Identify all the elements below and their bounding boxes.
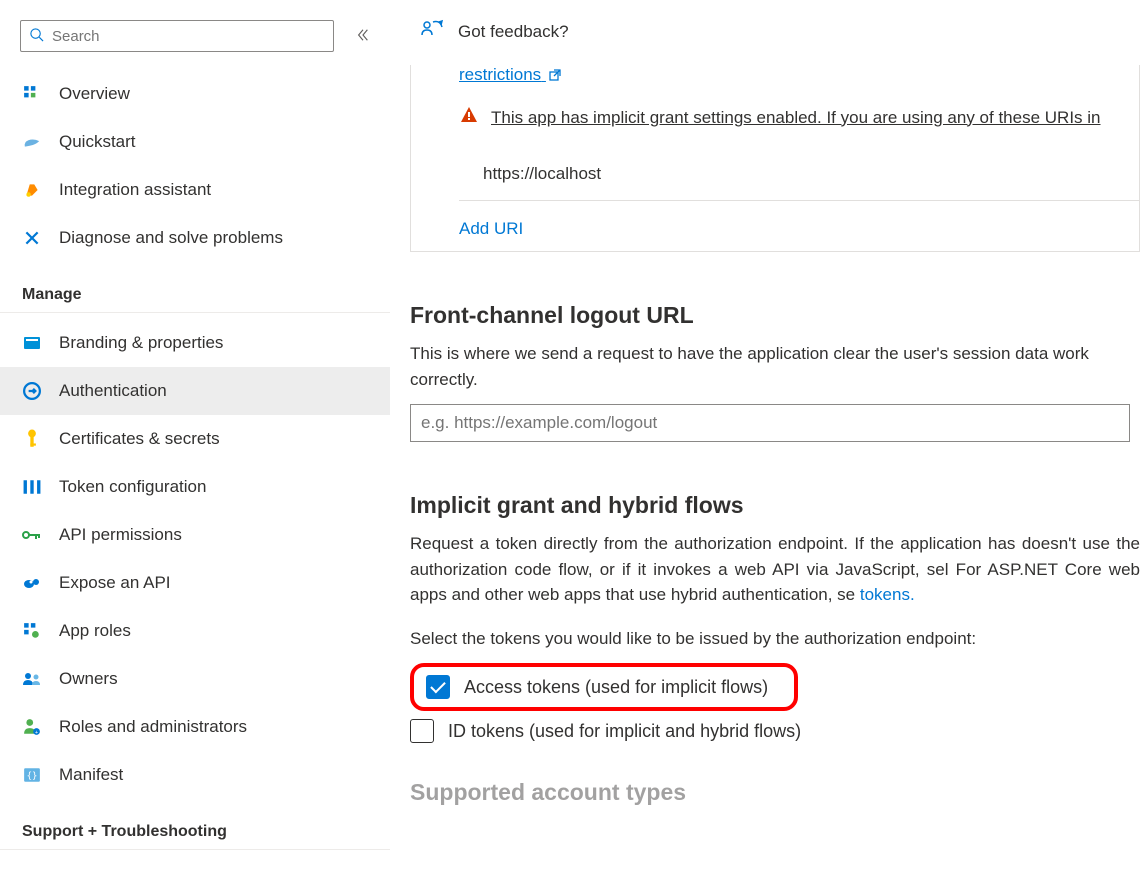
feedback-label: Got feedback? bbox=[458, 22, 569, 42]
sidebar-item-label: Overview bbox=[59, 84, 130, 104]
supported-account-types-title: Supported account types bbox=[410, 779, 1140, 806]
sidebar-item-label: API permissions bbox=[59, 525, 182, 545]
branding-icon bbox=[22, 333, 42, 353]
sidebar-item-label: Manifest bbox=[59, 765, 123, 785]
overview-icon bbox=[22, 84, 42, 104]
feedback-link[interactable]: Got feedback? bbox=[390, 18, 1140, 65]
sidebar-item-label: Integration assistant bbox=[59, 180, 211, 200]
implicit-desc: Request a token directly from the author… bbox=[410, 534, 1140, 604]
manage-header: Manage bbox=[0, 270, 390, 313]
implicit-title: Implicit grant and hybrid flows bbox=[410, 492, 1140, 519]
sidebar-item-label: Token configuration bbox=[59, 477, 206, 497]
support-header: Support + Troubleshooting bbox=[0, 807, 390, 850]
collapse-sidebar-icon[interactable] bbox=[356, 28, 370, 45]
access-tokens-checkbox[interactable] bbox=[426, 675, 450, 699]
sidebar-item-api-permissions[interactable]: API permissions bbox=[0, 511, 390, 559]
svg-text:+: + bbox=[35, 730, 38, 736]
certificates-icon bbox=[22, 429, 42, 449]
sidebar-item-certificates[interactable]: Certificates & secrets bbox=[0, 415, 390, 463]
sidebar-item-label: Certificates & secrets bbox=[59, 429, 220, 449]
sidebar-item-label: Authentication bbox=[59, 381, 167, 401]
sidebar-item-integration[interactable]: Integration assistant bbox=[0, 166, 390, 214]
id-tokens-label: ID tokens (used for implicit and hybrid … bbox=[448, 721, 801, 742]
access-tokens-label: Access tokens (used for implicit flows) bbox=[464, 677, 768, 698]
feedback-icon bbox=[420, 18, 444, 45]
logout-url-input[interactable] bbox=[410, 404, 1130, 442]
sidebar-item-label: Diagnose and solve problems bbox=[59, 228, 283, 248]
highlight-annotation: Access tokens (used for implicit flows) bbox=[410, 663, 798, 711]
sidebar-item-overview[interactable]: Overview bbox=[0, 70, 390, 118]
quickstart-icon bbox=[22, 132, 42, 152]
sidebar-item-label: App roles bbox=[59, 621, 131, 641]
sidebar-item-owners[interactable]: Owners bbox=[0, 655, 390, 703]
sidebar-item-token-config[interactable]: Token configuration bbox=[0, 463, 390, 511]
warning-icon bbox=[459, 105, 479, 130]
sidebar-item-app-roles[interactable]: App roles bbox=[0, 607, 390, 655]
sidebar-item-manifest[interactable]: {} Manifest bbox=[0, 751, 390, 799]
restrictions-link[interactable]: restrictions bbox=[459, 65, 562, 84]
owners-icon bbox=[22, 669, 42, 689]
search-icon bbox=[29, 27, 44, 45]
sidebar-item-authentication[interactable]: Authentication bbox=[0, 367, 390, 415]
redirect-uri-card: restrictions This app has implicit grant… bbox=[410, 65, 1140, 252]
sidebar-item-label: Quickstart bbox=[59, 132, 136, 152]
svg-text:{}: {} bbox=[27, 771, 38, 781]
diagnose-icon bbox=[22, 228, 42, 248]
sidebar-item-diagnose[interactable]: Diagnose and solve problems bbox=[0, 214, 390, 262]
search-input-wrapper[interactable] bbox=[20, 20, 334, 52]
select-tokens-text: Select the tokens you would like to be i… bbox=[410, 626, 1140, 652]
redirect-uri-value[interactable]: https://localhost bbox=[459, 134, 1139, 201]
expose-api-icon bbox=[22, 573, 42, 593]
authentication-icon bbox=[22, 381, 42, 401]
search-input[interactable] bbox=[50, 27, 325, 46]
implicit-grant-section: Implicit grant and hybrid flows Request … bbox=[410, 492, 1140, 743]
sidebar-item-roles-admins[interactable]: + Roles and administrators bbox=[0, 703, 390, 751]
tokens-link[interactable]: tokens. bbox=[860, 585, 915, 604]
front-channel-title: Front-channel logout URL bbox=[410, 302, 1140, 329]
add-uri-link[interactable]: Add URI bbox=[459, 219, 1139, 239]
integration-icon bbox=[22, 180, 42, 200]
manifest-icon: {} bbox=[22, 765, 42, 785]
sidebar-item-label: Branding & properties bbox=[59, 333, 223, 353]
sidebar-item-label: Expose an API bbox=[59, 573, 171, 593]
api-permissions-icon bbox=[22, 525, 42, 545]
sidebar-item-branding[interactable]: Branding & properties bbox=[0, 319, 390, 367]
id-tokens-checkbox[interactable] bbox=[410, 719, 434, 743]
sidebar-item-quickstart[interactable]: Quickstart bbox=[0, 118, 390, 166]
front-channel-desc: This is where we send a request to have … bbox=[410, 341, 1140, 392]
sidebar-item-expose-api[interactable]: Expose an API bbox=[0, 559, 390, 607]
front-channel-section: Front-channel logout URL This is where w… bbox=[410, 302, 1140, 442]
token-config-icon bbox=[22, 477, 42, 497]
app-roles-icon bbox=[22, 621, 42, 641]
roles-admins-icon: + bbox=[22, 717, 42, 737]
sidebar-item-label: Owners bbox=[59, 669, 118, 689]
sidebar-item-label: Roles and administrators bbox=[59, 717, 247, 737]
warning-text[interactable]: This app has implicit grant settings ena… bbox=[491, 108, 1101, 128]
